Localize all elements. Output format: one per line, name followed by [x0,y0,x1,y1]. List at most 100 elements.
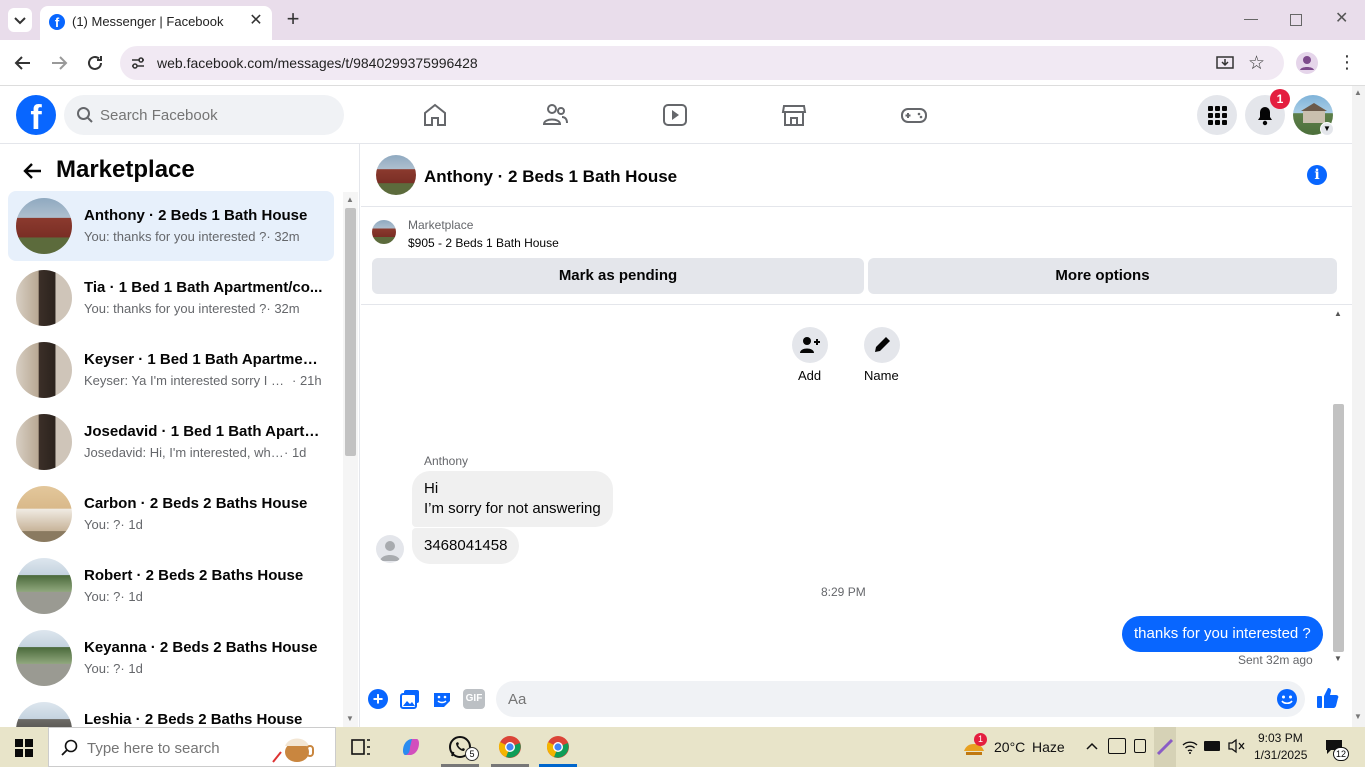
chat-title[interactable]: Anthony · 2 Beds 1 Bath House [424,167,677,187]
taskbar-search-box[interactable] [48,727,336,767]
taskbar-search-input[interactable] [87,738,267,758]
conversation-title: Tia · 1 Bed 1 Bath Apartment/co... [84,279,323,296]
page-scrollbar[interactable]: ▲ ▼ [1352,86,1365,727]
search-icon [76,106,94,124]
listing-detail[interactable]: $905 - 2 Beds 1 Bath House [408,236,559,250]
new-tab-icon[interactable]: + [282,8,304,30]
conversation-item[interactable]: Josedavid · 1 Bed 1 Bath Apartm... Josed… [8,407,334,477]
scroll-up-icon[interactable]: ▲ [1354,88,1362,97]
copilot-icon[interactable] [399,735,423,759]
scroll-down-icon[interactable]: ▼ [346,714,354,723]
friends-icon[interactable] [540,100,570,130]
account-chevron-icon[interactable]: ▼ [1320,122,1334,136]
browser-menu-icon[interactable]: ⋮ [1338,52,1356,72]
search-icon [61,739,79,757]
conversation-preview: You: ? · 1d [84,589,143,604]
chat-scroll-thumb[interactable] [1333,404,1344,652]
info-icon[interactable]: i [1307,165,1327,185]
conversation-item[interactable]: Anthony · 2 Beds 1 Bath House You: thank… [8,191,334,261]
scroll-up-icon[interactable]: ▲ [346,195,354,204]
message-bubble[interactable]: Hi I’m sorry for not answering [412,471,613,527]
back-arrow-icon[interactable] [12,52,34,74]
facebook-search-box[interactable] [64,95,344,135]
conversation-item[interactable]: Robert · 2 Beds 2 Baths House You: ? · 1d [8,551,334,621]
weather-description[interactable]: Haze [1032,739,1065,755]
volume-muted-icon[interactable] [1228,738,1246,754]
scroll-down-icon[interactable]: ▼ [1334,654,1342,663]
home-icon[interactable] [420,100,450,130]
gif-icon[interactable]: GIF [463,689,485,709]
browser-address-bar: web.facebook.com/messages/t/984029937599… [0,40,1365,86]
tab-list-dropdown-icon[interactable] [8,8,32,32]
listing-banner: Marketplace $905 - 2 Beds 1 Bath House M… [361,208,1352,305]
clock-time[interactable]: 9:03 PM [1258,731,1303,745]
message-line: I’m sorry for not answering [424,500,601,517]
notification-badge: 1 [1270,89,1290,109]
more-options-button[interactable]: More options [868,258,1337,294]
message-input-box[interactable] [496,681,1305,717]
task-view-icon[interactable] [349,735,373,759]
weather-temperature[interactable]: 20°C [994,739,1025,755]
battery-icon[interactable] [1204,741,1220,751]
tray-chevron-up-icon[interactable] [1085,739,1099,753]
install-app-icon[interactable] [1216,54,1234,72]
more-actions-plus-icon[interactable]: + [368,689,388,709]
scroll-down-icon[interactable]: ▼ [1354,712,1362,721]
chrome-profile-icon[interactable] [498,735,522,759]
wifi-icon[interactable] [1182,739,1198,755]
windows-start-icon[interactable] [15,739,33,757]
edit-name-button[interactable] [864,327,900,363]
forward-arrow-icon[interactable] [48,52,70,74]
tray-pen-icon[interactable] [1154,727,1176,767]
conversation-item[interactable]: Keyser · 1 Bed 1 Bath Apartment... Keyse… [8,335,334,405]
sticker-icon[interactable] [432,689,452,709]
attach-photo-icon[interactable] [400,689,420,709]
url-bar[interactable]: web.facebook.com/messages/t/984029937599… [120,46,1284,80]
site-info-icon[interactable] [130,55,146,71]
menu-grid-button[interactable] [1197,95,1237,135]
add-people-button[interactable] [792,327,828,363]
marketplace-icon[interactable] [779,100,809,130]
conversation-title: Keyser · 1 Bed 1 Bath Apartment... [84,351,324,368]
message-bubble[interactable]: 3468041458 [412,528,520,564]
conversation-item[interactable]: Carbon · 2 Beds 2 Baths House You: ? · 1d [8,479,334,549]
reload-icon[interactable] [84,52,106,74]
emoji-icon[interactable] [1276,688,1298,710]
pencil-icon [875,337,890,352]
gaming-icon[interactable] [899,100,929,130]
listing-thumbnail-small[interactable] [372,220,396,244]
chat-avatar[interactable] [376,155,416,195]
clock-date[interactable]: 1/31/2025 [1254,748,1307,762]
conversation-preview: You: thanks for you interested ? · 32m [84,301,300,316]
tray-app-icon[interactable] [1108,738,1126,754]
conversation-item[interactable]: Keyanna · 2 Beds 2 Baths House You: ? · 1… [8,623,334,693]
chat-pane: Anthony · 2 Beds 1 Bath House i Marketpl… [361,144,1352,727]
mark-as-pending-button[interactable]: Mark as pending [372,258,864,294]
conversation-title: Robert · 2 Beds 2 Baths House [84,567,304,584]
tab-close-icon[interactable]: ✕ [246,11,266,31]
conversation-item[interactable]: Tia · 1 Bed 1 Bath Apartment/co... You: … [8,263,334,333]
chat-scrollbar[interactable]: ▲ ▼ [1331,306,1346,668]
back-icon[interactable] [22,160,44,182]
restore-icon[interactable] [1290,14,1302,26]
conversation-preview: Josedavid: Hi, I'm interested, when ... ·… [84,445,307,460]
facebook-header: f 1 ▼ [0,86,1352,144]
profile-icon[interactable] [1296,52,1318,74]
my-message-bubble[interactable]: thanks for you interested ? [1122,616,1323,652]
scroll-up-icon[interactable]: ▲ [1334,309,1342,318]
browser-tab-messenger[interactable]: f (1) Messenger | Facebook ✕ [40,6,272,40]
video-icon[interactable] [660,100,690,130]
sidebar-scroll-thumb[interactable] [345,208,356,456]
tray-camera-icon[interactable] [1134,739,1146,753]
close-window-icon[interactable]: ✕ [1335,8,1348,28]
message-input[interactable] [508,689,1248,709]
like-thumbs-up-icon[interactable] [1316,686,1340,710]
facebook-logo-icon[interactable]: f [16,95,56,135]
chrome-icon[interactable] [546,735,570,759]
bookmark-star-icon[interactable]: ☆ [1248,52,1265,75]
conversation-item[interactable]: Leshia · 2 Beds 2 Baths House [8,695,334,727]
windows-taskbar: 5 1 20°C Haze 9:03 PM 1/31/2025 12 [0,727,1365,767]
minimize-icon[interactable] [1244,10,1258,24]
sidebar-scrollbar[interactable]: ▲ ▼ [343,192,358,727]
facebook-search-input[interactable] [100,103,330,127]
